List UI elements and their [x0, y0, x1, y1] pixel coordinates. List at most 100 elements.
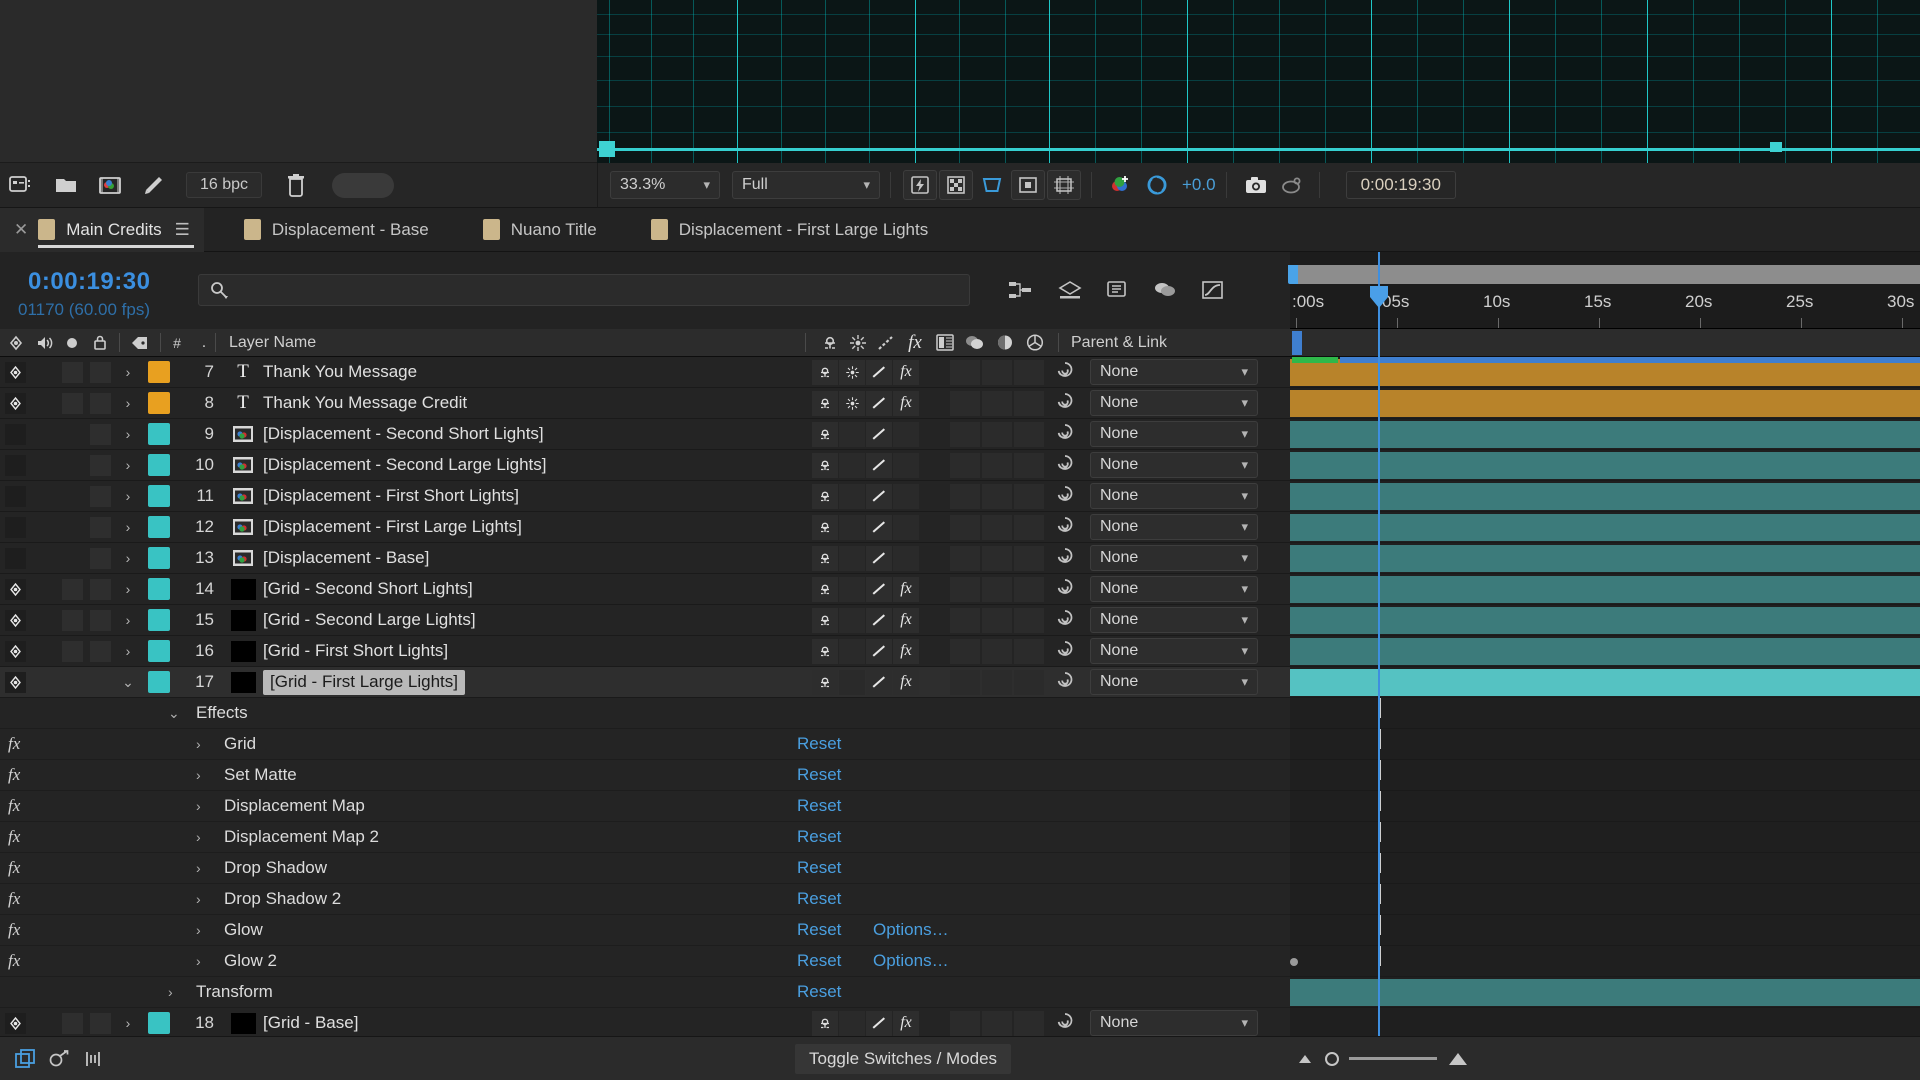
parent-pick-whip-icon[interactable]	[1055, 484, 1075, 509]
frame-blend-switch[interactable]	[950, 514, 980, 540]
track-row[interactable]	[1290, 574, 1920, 605]
collapse-switch[interactable]	[839, 359, 865, 385]
track-row[interactable]	[1290, 915, 1920, 946]
quality-switch[interactable]	[866, 514, 892, 540]
snapshot-icon[interactable]	[1239, 170, 1273, 200]
3d-switch[interactable]	[1014, 452, 1044, 478]
layer-visibility-toggle[interactable]	[0, 609, 31, 631]
lock-toggle[interactable]	[89, 361, 111, 383]
3d-switch[interactable]	[1014, 545, 1044, 571]
effects-switch[interactable]: fx	[893, 359, 919, 385]
collapse-switch[interactable]	[839, 1010, 865, 1036]
track-row[interactable]	[1290, 946, 1920, 977]
table-row[interactable]: › 13 [Displacement - Base] None ▾	[0, 543, 1290, 574]
layer-duration-bar[interactable]	[1290, 359, 1920, 386]
viewer-timecode[interactable]: 0:00:19:30	[1345, 171, 1456, 199]
effect-twirl-toggle[interactable]: ›	[196, 860, 201, 876]
lock-toggle[interactable]	[89, 392, 111, 414]
effect-twirl-toggle[interactable]: ›	[196, 953, 201, 969]
options-button[interactable]: Options…	[873, 951, 949, 971]
track-row[interactable]	[1290, 605, 1920, 636]
quality-switch[interactable]	[866, 1010, 892, 1036]
close-icon[interactable]: ✕	[14, 220, 28, 240]
parent-select[interactable]: None ▾	[1090, 1010, 1258, 1036]
layer-label-color[interactable]	[148, 671, 170, 693]
lock-toggle[interactable]	[89, 578, 111, 600]
lock-toggle[interactable]	[89, 516, 111, 538]
parent-select[interactable]: None ▾	[1090, 390, 1258, 416]
layer-name[interactable]: [Grid - First Large Lights]	[263, 669, 466, 695]
parent-select[interactable]: None ▾	[1090, 607, 1258, 633]
layer-visibility-toggle[interactable]	[0, 671, 31, 693]
layer-twirl-toggle[interactable]: ›	[115, 426, 141, 442]
draft-3d-icon[interactable]	[1050, 272, 1090, 308]
new-composition-icon[interactable]	[88, 163, 132, 208]
layer-duration-bar[interactable]	[1290, 421, 1920, 448]
layer-name-column-header[interactable]: Layer Name	[229, 334, 316, 352]
lock-toggle[interactable]	[89, 454, 111, 476]
table-row[interactable]: › 8 T Thank You Message Credit fx None ▾	[0, 388, 1290, 419]
motion-blur-switch[interactable]	[982, 452, 1012, 478]
layer-visibility-toggle[interactable]	[0, 485, 31, 507]
quality-switch[interactable]	[866, 638, 892, 664]
reset-button[interactable]: Reset	[797, 951, 841, 971]
reset-button[interactable]: Reset	[797, 920, 841, 940]
composition-preview[interactable]	[597, 0, 1920, 163]
fast-previews-icon[interactable]	[903, 170, 937, 200]
layer-duration-bar[interactable]	[1290, 483, 1920, 510]
frame-blending-icon[interactable]	[1145, 272, 1185, 308]
transform-twirl-toggle[interactable]: ›	[168, 984, 173, 1000]
layer-visibility-toggle[interactable]	[0, 516, 31, 538]
layer-name[interactable]: [Grid - Base]	[263, 1013, 358, 1033]
graph-editor-icon[interactable]	[1193, 272, 1233, 308]
effect-row[interactable]: fx › Drop Shadow Reset	[0, 853, 1290, 884]
layer-label-color[interactable]	[148, 609, 170, 631]
table-row[interactable]: › 14 [Grid - Second Short Lights] fx Non…	[0, 574, 1290, 605]
frame-blend-switch[interactable]	[950, 576, 980, 602]
reset-button[interactable]: Reset	[797, 765, 841, 785]
effects-switch[interactable]: fx	[893, 638, 919, 664]
shy-switch[interactable]	[812, 483, 838, 509]
composition-mini-flowchart-icon[interactable]	[1000, 272, 1040, 308]
parent-and-link-column-header[interactable]: Parent & Link	[1071, 334, 1167, 352]
reset-button[interactable]: Reset	[797, 796, 841, 816]
playhead-handle[interactable]	[1368, 284, 1390, 310]
track-row[interactable]	[1290, 481, 1920, 512]
table-row[interactable]: › 16 [Grid - First Short Lights] fx None…	[0, 636, 1290, 667]
layer-label-color[interactable]	[148, 392, 170, 414]
layer-twirl-toggle[interactable]: ›	[115, 519, 141, 535]
collapse-switch[interactable]	[839, 514, 865, 540]
layer-name[interactable]: [Grid - Second Large Lights]	[263, 610, 476, 630]
layer-duration-bar[interactable]	[1290, 514, 1920, 541]
layer-visibility-toggle[interactable]	[0, 454, 31, 476]
motion-blur-switch[interactable]	[982, 359, 1012, 385]
layer-name[interactable]: Thank You Message	[263, 362, 417, 382]
frame-blend-switch[interactable]	[950, 421, 980, 447]
layer-twirl-toggle[interactable]: ›	[115, 643, 141, 659]
solo-toggle[interactable]	[61, 671, 83, 693]
lock-toggle[interactable]	[89, 547, 111, 569]
layer-twirl-toggle[interactable]: ›	[115, 612, 141, 628]
track-row[interactable]	[1290, 853, 1920, 884]
track-row[interactable]	[1290, 512, 1920, 543]
parent-select[interactable]: None ▾	[1090, 359, 1258, 385]
frame-blend-switch[interactable]	[950, 545, 980, 571]
3d-switch[interactable]	[1014, 607, 1044, 633]
layer-search-input[interactable]	[198, 274, 970, 306]
track-row[interactable]	[1290, 388, 1920, 419]
track-row[interactable]	[1290, 977, 1920, 1008]
show-snapshot-icon[interactable]	[1275, 170, 1309, 200]
solo-toggle[interactable]	[61, 1012, 83, 1034]
frame-blend-switch[interactable]	[950, 483, 980, 509]
playhead-line[interactable]	[1378, 252, 1380, 1036]
parent-select[interactable]: None ▾	[1090, 452, 1258, 478]
layer-twirl-toggle[interactable]: ›	[115, 488, 141, 504]
panel-menu-icon[interactable]: ☰	[175, 220, 190, 240]
shy-switch[interactable]	[812, 421, 838, 447]
collapse-switch[interactable]	[839, 390, 865, 416]
effects-switch[interactable]	[893, 421, 919, 447]
table-row[interactable]: › 11 [Displacement - First Short Lights]…	[0, 481, 1290, 512]
frame-blend-switch[interactable]	[950, 607, 980, 633]
quality-switch[interactable]	[866, 483, 892, 509]
layer-label-color[interactable]	[148, 485, 170, 507]
